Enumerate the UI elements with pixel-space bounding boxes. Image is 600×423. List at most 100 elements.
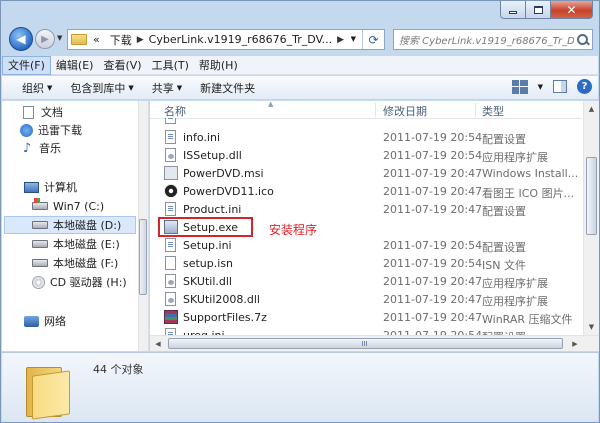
recent-pages-dropdown[interactable]: ▼ bbox=[57, 34, 62, 42]
file-name: SKUtil.dll bbox=[183, 274, 232, 288]
menu-bar: 文件(F) 编辑(E) 查看(V) 工具(T) 帮助(H) bbox=[2, 55, 598, 75]
search-input[interactable]: 搜索 CyberLink.v1919_r68676_Tr_D... bbox=[393, 29, 593, 50]
nav-item-thunder-downloads[interactable]: 迅雷下载 bbox=[20, 121, 82, 139]
nav-item-drive-f[interactable]: 本地磁盘 (F:) bbox=[32, 254, 118, 272]
ini-file-icon bbox=[165, 202, 176, 216]
file-name: info.ini bbox=[183, 130, 221, 144]
table-row[interactable]: PowerDVD11.ico 2011-07-19 20:47 看图王 ICO … bbox=[150, 182, 582, 200]
file-type: WinRAR 压缩文件 bbox=[482, 313, 573, 326]
table-row[interactable]: info.ini 2011-07-19 20:54 配置设置 bbox=[150, 128, 582, 146]
table-row-partial[interactable] bbox=[150, 118, 582, 124]
nav-item-computer[interactable]: 计算机 bbox=[24, 178, 77, 196]
nav-item-label: Win7 (C:) bbox=[53, 199, 105, 213]
breadcrumb-current-folder[interactable]: CyberLink.v1919_r68676_Tr_DV... bbox=[149, 33, 333, 46]
close-button[interactable]: ✕ bbox=[551, 1, 593, 19]
table-row[interactable]: setup.isn 2011-07-19 20:54 ISN 文件 bbox=[150, 254, 582, 272]
scroll-up-icon[interactable]: ▲ bbox=[584, 101, 599, 117]
back-button[interactable]: ◀ bbox=[9, 27, 33, 51]
file-date: 2011-07-19 20:47 bbox=[383, 275, 483, 288]
nav-item-label: CD 驱动器 (H:) bbox=[50, 276, 127, 289]
table-row[interactable]: PowerDVD.msi 2011-07-19 20:47 Windows In… bbox=[150, 164, 582, 182]
nav-item-drive-c[interactable]: Win7 (C:) bbox=[32, 197, 104, 215]
file-type: 应用程序扩展 bbox=[482, 151, 548, 164]
forward-button[interactable]: ▶ bbox=[35, 29, 55, 49]
change-view-icon[interactable] bbox=[511, 79, 528, 94]
explorer-window: ✕ ◀ ▶ ▼ « 下载 ▶ CyberLink.v1919_r68676_Tr… bbox=[0, 0, 600, 423]
scroll-right-icon[interactable]: ▶ bbox=[567, 336, 583, 351]
nav-item-cd-drive-h[interactable]: CD 驱动器 (H:) bbox=[32, 273, 127, 291]
breadcrumb-downloads[interactable]: 下载 bbox=[110, 32, 132, 48]
table-row[interactable]: Setup.ini 2011-07-19 20:54 配置设置 bbox=[150, 236, 582, 254]
column-type-header[interactable]: 类型 bbox=[482, 103, 504, 119]
table-row[interactable]: ISSetup.dll 2011-07-19 20:54 应用程序扩展 bbox=[150, 146, 582, 164]
table-row[interactable]: SKUtil2008.dll 2011-07-19 20:47 应用程序扩展 bbox=[150, 290, 582, 308]
drive-icon bbox=[32, 259, 48, 267]
scroll-down-icon[interactable]: ▼ bbox=[584, 319, 599, 335]
nav-item-network[interactable]: 网络 bbox=[24, 312, 66, 330]
new-folder-button[interactable]: 新建文件夹 bbox=[191, 80, 264, 96]
search-icon[interactable] bbox=[574, 31, 592, 49]
table-row[interactable]: Product.ini 2011-07-19 20:47 配置设置 bbox=[150, 200, 582, 218]
table-row[interactable]: SupportFiles.7z 2011-07-19 20:47 WinRAR … bbox=[150, 308, 582, 326]
nav-item-music[interactable]: ♪ 音乐 bbox=[20, 139, 61, 157]
windows-drive-icon bbox=[32, 198, 48, 210]
file-type: 配置设置 bbox=[482, 205, 526, 218]
refresh-button[interactable]: ⟳ bbox=[362, 30, 384, 49]
command-toolbar: 组织 ▼ 包含到库中 ▼ 共享 ▼ 新建文件夹 ▼ ? bbox=[2, 76, 598, 100]
nav-item-drive-e[interactable]: 本地磁盘 (E:) bbox=[32, 235, 120, 253]
column-name-header[interactable]: 名称 bbox=[164, 103, 186, 119]
network-icon bbox=[24, 315, 39, 327]
address-dropdown-button[interactable]: ▼ bbox=[351, 35, 356, 43]
file-list-horizontal-scrollbar[interactable]: ◀ ▶ bbox=[150, 335, 599, 351]
nav-item-label: 文档 bbox=[41, 106, 63, 119]
horizontal-scroll-thumb[interactable] bbox=[168, 338, 563, 349]
menu-help[interactable]: 帮助(H) bbox=[194, 56, 243, 75]
menu-file[interactable]: 文件(F) bbox=[2, 55, 51, 75]
share-button[interactable]: 共享 ▼ bbox=[143, 80, 191, 96]
file-name: SKUtil2008.dll bbox=[183, 292, 260, 306]
share-label: 共享 bbox=[151, 81, 174, 95]
nav-item-label: 本地磁盘 (D:) bbox=[53, 219, 122, 232]
details-pane: 44 个对象 bbox=[2, 352, 598, 422]
address-bar[interactable]: « 下载 ▶ CyberLink.v1919_r68676_Tr_DV... ▶… bbox=[67, 29, 385, 50]
file-list-vertical-scrollbar[interactable]: ▲ ▼ bbox=[583, 101, 599, 335]
file-date: 2011-07-19 20:47 bbox=[383, 167, 483, 180]
column-divider[interactable] bbox=[475, 103, 476, 117]
scroll-left-icon[interactable]: ◀ bbox=[150, 336, 166, 351]
menu-edit[interactable]: 编辑(E) bbox=[51, 56, 99, 75]
nav-item-documents[interactable]: 文档 bbox=[20, 103, 63, 121]
nav-item-drive-d[interactable]: 本地磁盘 (D:) bbox=[4, 216, 136, 234]
nav-scrollbar[interactable] bbox=[138, 101, 148, 351]
organize-button[interactable]: 组织 ▼ bbox=[2, 80, 61, 96]
chevron-down-icon: ▼ bbox=[47, 83, 53, 92]
drive-icon bbox=[32, 240, 48, 248]
msi-file-icon bbox=[164, 166, 178, 180]
help-icon[interactable]: ? bbox=[577, 79, 592, 94]
file-type: 应用程序扩展 bbox=[482, 277, 548, 290]
preview-pane-icon[interactable] bbox=[553, 80, 567, 93]
include-in-library-button[interactable]: 包含到库中 ▼ bbox=[61, 80, 142, 96]
nav-scroll-thumb[interactable] bbox=[139, 219, 147, 295]
search-placeholder: 搜索 CyberLink.v1919_r68676_Tr_D... bbox=[399, 36, 574, 47]
file-list-pane: ▲ 名称 修改日期 类型 info.ini 2011-07-19 20:54 配… bbox=[150, 101, 599, 351]
address-row: ◀ ▶ ▼ « 下载 ▶ CyberLink.v1919_r68676_Tr_D… bbox=[1, 27, 599, 53]
breadcrumb-overflow[interactable]: « bbox=[93, 33, 100, 46]
file-name: Product.ini bbox=[183, 202, 242, 216]
nav-item-label: 本地磁盘 (F:) bbox=[53, 257, 119, 270]
breadcrumb-separator-icon[interactable]: ▶ bbox=[137, 35, 144, 45]
menu-view[interactable]: 查看(V) bbox=[98, 56, 146, 75]
view-dropdown-icon[interactable]: ▼ bbox=[538, 83, 543, 91]
column-date-header[interactable]: 修改日期 bbox=[383, 103, 427, 119]
file-date: 2011-07-19 20:47 bbox=[383, 293, 483, 306]
document-icon bbox=[23, 105, 34, 119]
minimize-button[interactable] bbox=[500, 1, 526, 19]
file-name: PowerDVD11.ico bbox=[183, 184, 274, 198]
maximize-button[interactable] bbox=[526, 1, 551, 19]
menu-tools[interactable]: 工具(T) bbox=[147, 56, 194, 75]
vertical-scroll-thumb[interactable] bbox=[586, 157, 597, 235]
column-divider[interactable] bbox=[375, 103, 376, 117]
nav-item-label: 计算机 bbox=[44, 181, 77, 194]
table-row[interactable]: SKUtil.dll 2011-07-19 20:47 应用程序扩展 bbox=[150, 272, 582, 290]
breadcrumb-separator-icon[interactable]: ▶ bbox=[337, 35, 344, 45]
dll-file-icon bbox=[165, 148, 176, 162]
